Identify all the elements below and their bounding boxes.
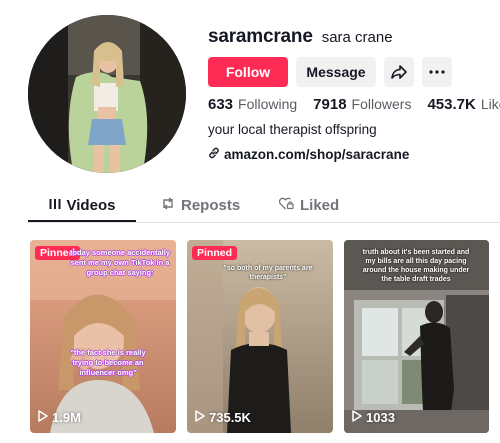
pinned-badge: Pinned xyxy=(192,246,238,260)
profile-avatar[interactable] xyxy=(28,15,186,173)
view-count-value: 1033 xyxy=(366,410,395,425)
tab-videos-label: Videos xyxy=(66,196,116,214)
following-stat[interactable]: 633 Following xyxy=(208,96,297,113)
tab-liked[interactable]: Liked xyxy=(278,190,359,220)
link-icon xyxy=(208,147,220,162)
video-caption-top: today someone accidentally sent me my ow… xyxy=(69,248,171,277)
following-count: 633 xyxy=(208,96,234,113)
following-label: Following xyxy=(238,96,298,112)
tab-videos[interactable]: Videos xyxy=(28,190,136,222)
tab-liked-label: Liked xyxy=(300,196,340,214)
share-button[interactable] xyxy=(384,57,414,87)
view-count: 1033 xyxy=(352,410,395,425)
link-text: amazon.com/shop/saracrane xyxy=(224,147,410,162)
followers-stat[interactable]: 7918 Followers xyxy=(313,96,411,113)
heart-lock-icon xyxy=(278,197,294,214)
message-button[interactable]: Message xyxy=(296,57,376,87)
view-count-value: 1.9M xyxy=(52,410,81,425)
tab-reposts[interactable]: Reposts xyxy=(161,190,251,220)
grid-icon xyxy=(49,197,61,214)
video-card[interactable]: Pinned "so both of my parents are therap… xyxy=(187,240,333,433)
tab-reposts-label: Reposts xyxy=(181,196,241,214)
more-icon xyxy=(429,70,445,74)
nickname: sara crane xyxy=(321,29,393,46)
more-button[interactable] xyxy=(422,57,452,87)
profile-link[interactable]: amazon.com/shop/saracrane xyxy=(208,147,409,162)
video-caption-bottom: "the fact she is really trying to become… xyxy=(70,348,146,377)
profile-name-row: saramcrane sara crane xyxy=(208,26,393,48)
follow-button[interactable]: Follow xyxy=(208,57,288,87)
username: saramcrane xyxy=(208,26,313,47)
likes-label: Likes xyxy=(480,96,500,112)
likes-count: 453.7K xyxy=(427,96,476,113)
video-caption-top: "so both of my parents are therapists" xyxy=(223,265,313,281)
share-icon xyxy=(391,64,407,80)
play-icon xyxy=(38,410,48,425)
repost-icon xyxy=(161,196,175,214)
profile-actions: Follow Message xyxy=(208,57,452,87)
likes-stat: 453.7K Likes xyxy=(427,96,500,113)
followers-count: 7918 xyxy=(313,96,347,113)
video-caption-top: truth about it's been started and my bil… xyxy=(362,249,470,283)
play-icon xyxy=(352,410,362,425)
play-icon xyxy=(195,410,205,425)
video-card[interactable]: Pinned today someone accidentally sent m… xyxy=(30,240,176,433)
profile-stats: 633 Following 7918 Followers 453.7K Like… xyxy=(208,96,500,113)
profile-bio: your local therapist offspring xyxy=(208,122,377,137)
view-count-value: 735.5K xyxy=(209,410,251,425)
view-count: 1.9M xyxy=(38,410,81,425)
profile-tabs: Videos Reposts Liked xyxy=(28,190,500,223)
view-count: 735.5K xyxy=(195,410,251,425)
followers-label: Followers xyxy=(351,96,412,112)
video-card[interactable]: truth about it's been started and my bil… xyxy=(344,240,489,433)
